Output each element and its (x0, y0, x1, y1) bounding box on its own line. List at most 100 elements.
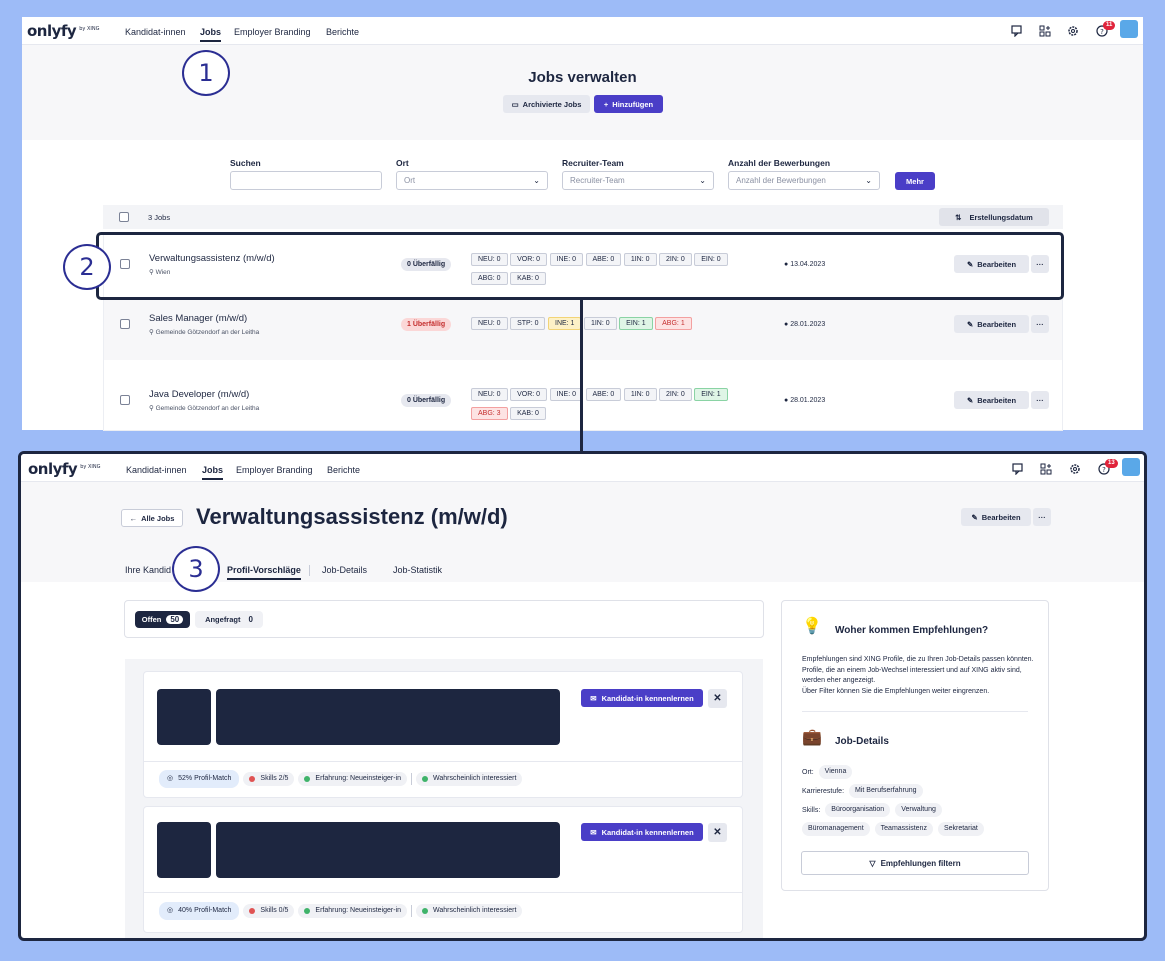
notification-badge: 11 (1103, 21, 1116, 30)
avatar[interactable] (1120, 20, 1138, 38)
details-title: Job-Details (835, 736, 889, 747)
suggestions-list: ✉ Kandidat-in kennenlernen ✕ ◎ 52% Profil-… (125, 659, 763, 938)
match-chips: ◎ 40% Profil-Match Skills 0/5 Erfahrung: … (159, 902, 523, 920)
tab-profile-suggestions[interactable]: Profil-Vorschläge (227, 565, 301, 580)
match-chips: ◎ 52% Profil-Match Skills 2/5 Erfahrung: … (159, 770, 523, 788)
applications-label: Anzahl der Bewerbungen (728, 158, 831, 168)
tab-candidates[interactable]: Ihre Kandid (125, 565, 171, 575)
chip-divider (411, 905, 413, 917)
nav-jobs[interactable]: Jobs (200, 27, 222, 42)
mail-icon: ✉ (590, 693, 597, 703)
interest-chip: Wahrscheinlich interessiert (416, 772, 523, 786)
filter-recommendations-button[interactable]: ▽ Empfehlungen filtern (801, 851, 1029, 875)
filter-open-button[interactable]: Offen 50 (135, 611, 190, 628)
meet-candidate-button[interactable]: ✉ Kandidat-in kennenlernen (581, 689, 703, 707)
sort-button[interactable]: ⇅ Erstellungsdatum (939, 208, 1049, 226)
more-options-button[interactable]: ··· (1031, 391, 1049, 409)
search-input[interactable] (230, 171, 382, 190)
select-all-checkbox[interactable] (119, 212, 129, 222)
team-select[interactable]: Recruiter-Team ⌄ (562, 171, 714, 190)
suggestion-card[interactable]: ✉ Kandidat-in kennenlernen ✕ ◎ 40% Profil-… (143, 806, 743, 933)
suggestion-card[interactable]: ✉ Kandidat-in kennenlernen ✕ ◎ 52% Profil-… (143, 671, 743, 798)
top-nav: onlyfy by XING Kandidat-innen Jobs Employ… (21, 454, 1144, 482)
edit-job-button[interactable]: ✎ Bearbeiten (954, 315, 1029, 333)
chevron-down-icon: ⌄ (533, 176, 540, 185)
nav-employer-branding[interactable]: Employer Branding (236, 465, 313, 475)
callout-2: 2 (63, 244, 111, 290)
row-checkbox[interactable] (120, 395, 130, 405)
stage-tag: NEU: 0 (471, 317, 508, 330)
stage-tag: NEU: 0 (471, 388, 508, 401)
chat-icon[interactable] (1010, 461, 1026, 477)
candidate-info-placeholder (216, 822, 560, 878)
stage-tag: 1IN: 0 (583, 317, 617, 330)
onlyfy-logo[interactable]: onlyfy by XING (28, 460, 100, 478)
more-filters-button[interactable]: Mehr (895, 172, 935, 190)
onlyfy-logo[interactable]: onlyfy by XING (27, 22, 99, 40)
reco-title: Woher kommen Empfehlungen? (835, 625, 989, 636)
skills-chip: Skills 0/5 (243, 904, 295, 918)
gear-icon[interactable] (1067, 461, 1083, 477)
pencil-icon: ✎ (966, 395, 974, 405)
dismiss-button[interactable]: ✕ (708, 689, 727, 708)
tab-job-details[interactable]: Job-Details (322, 565, 367, 575)
jobs-count: 3 Jobs (148, 213, 171, 222)
archived-jobs-button[interactable]: ▭ Archivierte Jobs (503, 95, 590, 113)
tab-divider (309, 565, 310, 576)
applications-select[interactable]: Anzahl der Bewerbungen ⌄ (728, 171, 880, 190)
nav-employer-branding[interactable]: Employer Branding (234, 27, 311, 37)
stage-tag: INE: 1 (548, 317, 582, 330)
detail-skills-more: Büromanagement Teamassistenz Sekretariat (802, 822, 984, 836)
more-options-button[interactable]: ··· (1033, 508, 1051, 526)
edit-job-button[interactable]: ✎ Bearbeiten (961, 508, 1031, 526)
apps-grid-icon[interactable] (1037, 23, 1053, 39)
meet-candidate-button[interactable]: ✉ Kandidat-in kennenlernen (581, 823, 703, 841)
apps-grid-icon[interactable] (1038, 461, 1054, 477)
pencil-icon: ✎ (971, 512, 978, 522)
nav-reports[interactable]: Berichte (326, 27, 359, 37)
stage-tag: ABE: 0 (585, 388, 622, 401)
table-row[interactable]: Java Developer (m/w/d) ⚲ Gemeinde Götzen… (104, 366, 1062, 426)
archive-icon: ▭ (511, 99, 519, 109)
job-detail-title: Verwaltungsassistenz (m/w/d) (196, 504, 508, 529)
overdue-badge: 1 Überfällig (401, 318, 452, 331)
chevron-down-icon: ⌄ (865, 176, 872, 185)
more-options-button[interactable]: ··· (1031, 315, 1049, 333)
row-checkbox[interactable] (120, 319, 130, 329)
candidate-photo-placeholder (157, 822, 211, 878)
stage-tag: 2IN: 0 (659, 388, 692, 401)
location-select[interactable]: Ort ⌄ (396, 171, 548, 190)
job-detail-screenshot: onlyfy by XING Kandidat-innen Jobs Employ… (18, 451, 1147, 941)
highlight-frame (96, 232, 1064, 300)
stage-tag: 1IN: 0 (623, 388, 657, 401)
add-job-button[interactable]: + Hinzufügen (594, 95, 663, 113)
location-label: Ort (396, 158, 409, 168)
table-row[interactable]: Sales Manager (m/w/d) ⚲ Gemeinde Götzend… (104, 300, 1062, 360)
chat-icon[interactable] (1009, 23, 1025, 39)
nav-candidates[interactable]: Kandidat-innen (126, 465, 187, 475)
gear-icon[interactable] (1065, 23, 1081, 39)
stage-tag: STP: 0 (510, 317, 546, 330)
chevron-down-icon: ⌄ (699, 176, 706, 185)
team-label: Recruiter-Team (562, 158, 624, 168)
nav-jobs[interactable]: Jobs (202, 465, 224, 480)
job-location: ⚲ Gemeinde Götzendorf an der Leitha (149, 405, 260, 412)
job-title[interactable]: Sales Manager (m/w/d) (149, 313, 247, 324)
job-date: ● 28.01.2023 (784, 321, 826, 328)
stage-tag: EIN: 1 (694, 388, 728, 401)
filter-asked-button[interactable]: Angefragt 0 (195, 611, 263, 628)
chip-divider (411, 773, 413, 785)
profile-match-chip: ◎ 40% Profil-Match (159, 902, 240, 920)
card-divider (144, 892, 742, 893)
job-location: ⚲ Gemeinde Götzendorf an der Leitha (149, 329, 260, 336)
tab-job-statistics[interactable]: Job-Statistik (393, 565, 442, 575)
reco-text: Empfehlungen sind XING Profile, die zu I… (802, 656, 1034, 695)
back-button[interactable]: ← Alle Jobs (121, 509, 183, 527)
nav-reports[interactable]: Berichte (327, 465, 360, 475)
nav-candidates[interactable]: Kandidat-innen (125, 27, 186, 37)
stage-tag: EIN: 1 (619, 317, 653, 330)
job-title[interactable]: Java Developer (m/w/d) (149, 389, 249, 400)
dismiss-button[interactable]: ✕ (708, 823, 727, 842)
avatar[interactable] (1122, 458, 1140, 476)
edit-job-button[interactable]: ✎ Bearbeiten (954, 391, 1029, 409)
